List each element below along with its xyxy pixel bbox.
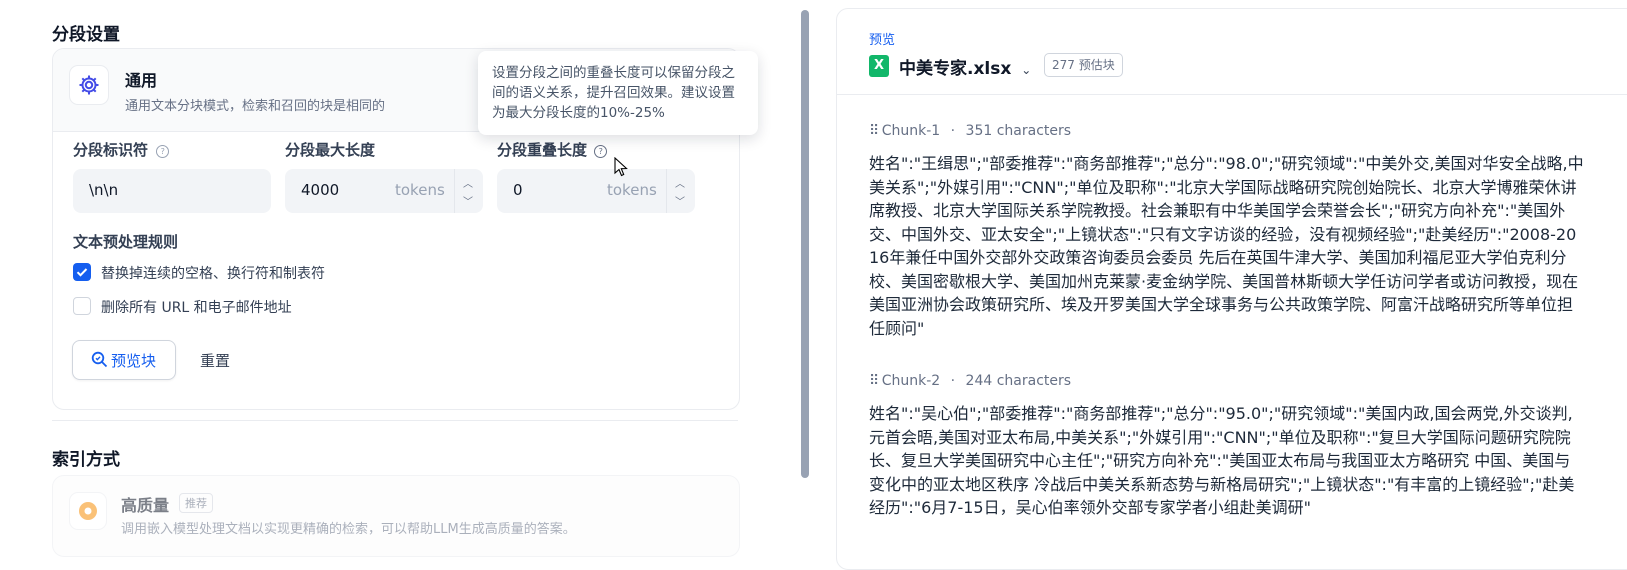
- index-section-title: 索引方式: [52, 450, 120, 470]
- checkbox-replace-whitespace[interactable]: [73, 263, 91, 281]
- max-length-unit: tokens: [395, 181, 445, 199]
- max-length-stepper[interactable]: ︿ ﹀: [454, 169, 483, 213]
- chunk-label: Chunk-2: [881, 373, 941, 389]
- delimiter-label: 分段标识符 ?: [73, 139, 170, 160]
- chunk-text: 姓名":"吴心伯";"部委推荐":"商务部推荐";"总分":"95.0";"研究…: [869, 404, 1575, 517]
- max-length-input[interactable]: 4000 tokens ︿ ﹀: [285, 169, 483, 213]
- chevron-up-icon[interactable]: ︿: [675, 175, 685, 190]
- max-length-label: 分段最大长度: [285, 141, 376, 159]
- chunk-text: 姓名":"王缉思";"部委推荐":"商务部推荐";"总分":"98.0";"研究…: [869, 154, 1584, 338]
- mode-title: 通用: [125, 71, 158, 90]
- overlap-tooltip: 设置分段之间的重叠长度可以保留分段之间的语义关系，提升召回效果。建议设置为最大分…: [478, 51, 758, 135]
- search-icon: [91, 351, 108, 368]
- preview-panel: 预览 X 中美专家.xlsx ⌄ 277 预估块 ⠿ Chunk-1 · 351…: [836, 8, 1627, 570]
- high-quality-title: 高质量: [121, 496, 170, 515]
- chunk-chars: 244 characters: [965, 373, 1072, 389]
- reset-button[interactable]: 重置: [200, 350, 230, 371]
- checkbox-remove-urls[interactable]: [73, 297, 91, 315]
- preview-tag: 预览: [869, 33, 896, 48]
- orange-star-icon: [69, 492, 107, 530]
- segment-section-title: 分段设置: [52, 25, 120, 45]
- chunk-label: Chunk-1: [881, 123, 941, 139]
- chevron-down-icon[interactable]: ⌄: [1021, 63, 1031, 77]
- preview-chunks-button[interactable]: 预览块: [72, 340, 176, 380]
- preprocess-title: 文本预处理规则: [73, 233, 179, 251]
- gear-icon: [69, 65, 109, 105]
- help-icon[interactable]: ?: [156, 145, 170, 158]
- estimate-badge: 277 预估块: [1044, 53, 1123, 77]
- chunk-meta: ⠿ Chunk-1 · 351 characters: [869, 123, 1072, 139]
- rule-label-replace-whitespace: 替换掉连续的空格、换行符和制表符: [101, 266, 325, 282]
- mouse-cursor-icon: [614, 157, 628, 177]
- file-selector[interactable]: 中美专家.xlsx ⌄: [899, 54, 1031, 79]
- excel-file-icon: X: [869, 55, 889, 77]
- overlap-label: 分段重叠长度 ?: [497, 139, 608, 160]
- max-length-value: 4000: [301, 181, 340, 199]
- chunk-meta: ⠿ Chunk-2 · 244 characters: [869, 373, 1072, 389]
- preview-divider: [837, 94, 1627, 95]
- overlap-input[interactable]: 0 tokens ︿ ﹀: [497, 169, 695, 213]
- settings-panel: 分段设置 通用 通用文本分块模式，检索和召回的块是相同的 分段标识符 ? \n\…: [0, 0, 770, 562]
- section-divider: [52, 420, 738, 421]
- grid-icon: ⠿: [869, 123, 879, 139]
- chunk-chars: 351 characters: [965, 123, 1072, 139]
- overlap-value: 0: [513, 181, 523, 199]
- chevron-up-icon[interactable]: ︿: [463, 175, 473, 190]
- recommended-badge: 推荐: [179, 493, 213, 513]
- check-icon: [76, 268, 88, 277]
- high-quality-desc: 调用嵌入模型处理文档以实现更精确的检索，可以帮助LLM生成高质量的答案。: [121, 522, 576, 537]
- preview-button-label: 预览块: [111, 352, 157, 370]
- chevron-down-icon[interactable]: ﹀: [675, 193, 685, 208]
- delimiter-input[interactable]: \n\n: [73, 169, 271, 213]
- scrollbar-thumb[interactable]: [801, 10, 809, 478]
- overlap-stepper[interactable]: ︿ ﹀: [666, 169, 695, 213]
- help-icon[interactable]: ?: [594, 145, 608, 158]
- overlap-unit: tokens: [607, 181, 657, 199]
- grid-icon: ⠿: [869, 373, 879, 389]
- tooltip-text: 设置分段之间的重叠长度可以保留分段之间的语义关系，提升召回效果。建议设置为最大分…: [492, 65, 735, 121]
- high-quality-option[interactable]: 高质量 推荐 调用嵌入模型处理文档以实现更精确的检索，可以帮助LLM生成高质量的…: [52, 475, 740, 557]
- rule-label-remove-urls: 删除所有 URL 和电子邮件地址: [101, 300, 292, 316]
- mode-description: 通用文本分块模式，检索和召回的块是相同的: [125, 99, 386, 114]
- chevron-down-icon[interactable]: ﹀: [463, 193, 473, 208]
